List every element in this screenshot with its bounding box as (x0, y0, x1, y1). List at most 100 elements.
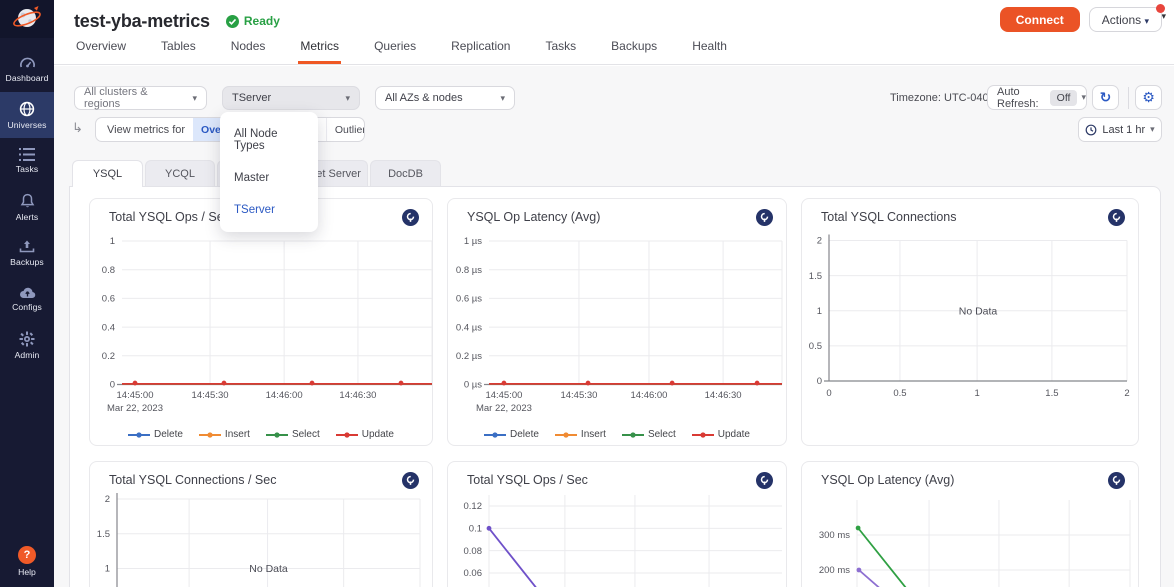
metric-tab-ysql[interactable]: YSQL (72, 160, 143, 187)
yugabyte-chart-icon[interactable] (1108, 209, 1125, 231)
metric-tab-ycql[interactable]: YCQL (145, 160, 215, 186)
svg-text:14:46:30: 14:46:30 (339, 390, 376, 401)
chart-card-5: 300 ms200 msYSQL Op Latency (Avg) (801, 461, 1139, 587)
divider (1128, 87, 1129, 109)
sidebar-item-label: Dashboard (6, 73, 49, 83)
caret-down-icon: ▾ (1150, 124, 1155, 135)
legend-item-select[interactable]: Select (266, 429, 320, 440)
universes-icon (19, 101, 35, 117)
svg-text:0 µs: 0 µs (464, 380, 482, 391)
legend-marker-icon (336, 431, 358, 439)
legend-item-select[interactable]: Select (622, 429, 676, 440)
tab-metrics[interactable]: Metrics (298, 39, 341, 64)
tab-backups[interactable]: Backups (609, 39, 659, 64)
chart-legend: Delete Insert Select Update (448, 429, 786, 440)
sidebar-item-universes[interactable]: Universes (0, 92, 54, 138)
caret-down-icon: ▾ (192, 93, 197, 104)
charts-panel: 10.80.60.40.2014:45:0014:45:3014:46:0014… (69, 186, 1161, 587)
status-label: Ready (244, 14, 280, 28)
help-icon: ? (18, 546, 36, 564)
sidebar-item-backups[interactable]: Backups (0, 230, 54, 276)
legend-label: Update (718, 429, 750, 440)
refresh-button[interactable]: ↻ (1092, 85, 1119, 110)
tab-tables[interactable]: Tables (159, 39, 198, 64)
tab-queries[interactable]: Queries (372, 39, 418, 64)
legend-marker-icon (555, 431, 577, 439)
sidebar-item-tasks[interactable]: Tasks (0, 138, 54, 184)
yugabyte-chart-icon[interactable] (402, 209, 419, 231)
svg-text:0.5: 0.5 (893, 388, 906, 399)
chart-title: Total YSQL Ops / Sec (467, 473, 588, 487)
legend-item-update[interactable]: Update (692, 429, 750, 440)
time-range-selector[interactable]: Last 1 hr ▾ (1078, 117, 1162, 142)
svg-text:0.8: 0.8 (102, 265, 115, 276)
status-badge: Ready (226, 14, 280, 28)
svg-text:0: 0 (817, 376, 822, 387)
universe-title: test-yba-metrics (74, 11, 210, 32)
view-metrics-option-outlier-tables[interactable]: Outlier Tables (326, 117, 365, 142)
svg-text:0.6 µs: 0.6 µs (456, 294, 482, 305)
chart-card-0: 10.80.60.40.2014:45:0014:45:3014:46:0014… (89, 198, 433, 446)
connect-button[interactable]: Connect (1000, 7, 1080, 32)
az-node-filter[interactable]: All AZs & nodes ▾ (375, 86, 515, 110)
tab-health[interactable]: Health (690, 39, 729, 64)
caret-down-icon: ▾ (500, 93, 505, 104)
legend-item-delete[interactable]: Delete (484, 429, 539, 440)
yugabyte-chart-icon[interactable] (756, 472, 773, 494)
chart-card-2: 21.510.5000.511.52No DataTotal YSQL Conn… (801, 198, 1139, 446)
settings-button[interactable]: ⚙ (1135, 85, 1162, 110)
svg-text:No Data: No Data (249, 563, 288, 575)
chart-card-1: 1 µs0.8 µs0.6 µs0.4 µs0.2 µs0 µs14:45:00… (447, 198, 787, 446)
time-range-value: Last 1 hr (1102, 124, 1145, 136)
svg-text:0.1: 0.1 (469, 524, 482, 535)
cluster-region-filter[interactable]: All clusters & regions ▾ (74, 86, 207, 110)
svg-text:14:45:30: 14:45:30 (192, 390, 229, 401)
universe-nav: Overview Tables Nodes Metrics Queries Replica… (54, 34, 1174, 65)
node-type-value: TServer (232, 92, 271, 104)
sidebar-item-configs[interactable]: Configs (0, 276, 54, 322)
yugabyte-chart-icon[interactable] (1108, 472, 1125, 494)
sidebar-item-alerts[interactable]: Alerts (0, 184, 54, 230)
refresh-icon: ↻ (1100, 89, 1112, 106)
sidebar: Dashboard UniversesTasks Alerts Backups Conf… (0, 0, 54, 587)
node-type-filter[interactable]: TServer ▾ (222, 86, 360, 110)
node-type-option-all-node-types[interactable]: All Node Types (220, 118, 318, 162)
yugabyte-chart-icon[interactable] (402, 472, 419, 494)
tab-replication[interactable]: Replication (449, 39, 512, 64)
admin-icon (19, 331, 35, 347)
svg-text:Mar 22, 2023: Mar 22, 2023 (107, 403, 163, 414)
legend-label: Insert (225, 429, 250, 440)
legend-item-update[interactable]: Update (336, 429, 394, 440)
legend-item-delete[interactable]: Delete (128, 429, 183, 440)
chart-plot: 21.510.5000.511.52No Data (802, 199, 1139, 446)
svg-text:0.2 µs: 0.2 µs (456, 351, 482, 362)
yugabyte-logo[interactable] (0, 0, 54, 38)
svg-text:1.5: 1.5 (809, 271, 822, 282)
elbow-arrow-icon: ↳ (72, 120, 83, 136)
sidebar-item-label: Backups (10, 257, 44, 267)
legend-item-insert[interactable]: Insert (555, 429, 606, 440)
sidebar-item-admin[interactable]: Admin (0, 322, 54, 368)
node-type-option-master[interactable]: Master (220, 162, 318, 194)
sidebar-item-dashboard[interactable]: Dashboard (0, 46, 54, 92)
sidebar-item-help[interactable]: ? Help (0, 546, 54, 577)
svg-text:0.2: 0.2 (102, 351, 115, 362)
tab-tasks[interactable]: Tasks (543, 39, 578, 64)
yugabyte-chart-icon[interactable] (756, 209, 773, 231)
dashboard-icon (19, 55, 36, 70)
sidebar-item-label: Alerts (16, 212, 39, 222)
svg-text:0.4: 0.4 (102, 322, 115, 333)
svg-text:1.5: 1.5 (97, 529, 110, 540)
metric-tab-docdb[interactable]: DocDB (370, 160, 441, 186)
node-type-option-tserver[interactable]: TServer (220, 194, 318, 226)
auto-refresh-control[interactable]: Auto Refresh: Off ▾ (987, 85, 1087, 110)
svg-text:1: 1 (105, 564, 110, 575)
tab-nodes[interactable]: Nodes (229, 39, 268, 64)
tab-overview[interactable]: Overview (74, 39, 128, 64)
svg-text:300 ms: 300 ms (819, 530, 850, 541)
svg-text:Mar 22, 2023: Mar 22, 2023 (476, 403, 532, 414)
nav-tabs: Overview Tables Nodes Metrics Queries Replica… (74, 39, 760, 64)
legend-item-insert[interactable]: Insert (199, 429, 250, 440)
legend-label: Update (362, 429, 394, 440)
actions-button[interactable]: Actions ▾ (1089, 7, 1162, 32)
